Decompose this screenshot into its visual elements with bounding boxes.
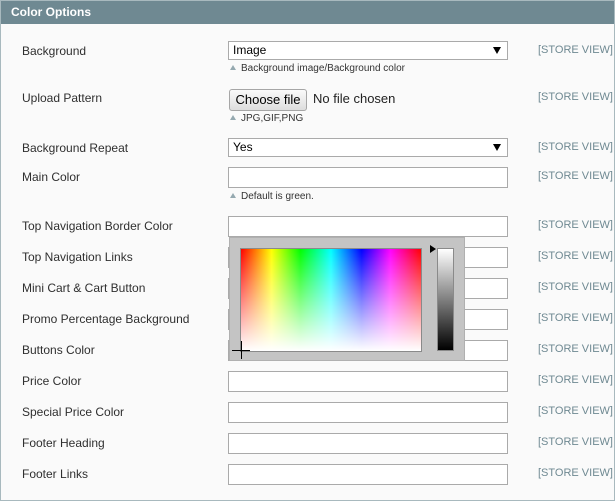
upload-pattern-note-text: JPG,GIF,PNG (241, 113, 304, 124)
upload-pattern-label: Upload Pattern (22, 91, 103, 105)
scope-top-nav-border: [STORE VIEW] (538, 219, 613, 231)
brightness-slider[interactable] (437, 248, 454, 351)
main-color-label: Main Color (22, 170, 81, 184)
background-note-text: Background image/Background color (241, 63, 405, 74)
color-picker-popup[interactable] (229, 237, 465, 361)
top-nav-border-label: Top Navigation Border Color (22, 219, 173, 233)
background-note: Background image/Background color (230, 63, 405, 74)
scope-special-price: [STORE VIEW] (538, 405, 613, 417)
slider-arrow-icon[interactable] (430, 245, 436, 253)
scope-upload-pattern: [STORE VIEW] (538, 91, 613, 103)
crosshair-icon-vertical[interactable] (241, 341, 242, 359)
scope-footer-links: [STORE VIEW] (538, 467, 613, 479)
footer-heading-label: Footer Heading (22, 436, 105, 450)
triangle-up-icon (230, 65, 236, 70)
scope-footer-heading: [STORE VIEW] (538, 436, 613, 448)
top-nav-border-input[interactable] (228, 216, 508, 237)
price-color-input[interactable] (228, 371, 508, 392)
upload-pattern-note: JPG,GIF,PNG (230, 113, 303, 124)
scope-mini-cart: [STORE VIEW] (538, 281, 613, 293)
scope-background-repeat: [STORE VIEW] (538, 141, 613, 153)
panel-title[interactable]: Color Options (1, 1, 614, 24)
main-color-note: Default is green. (230, 191, 314, 202)
background-repeat-select[interactable]: Yes (228, 138, 508, 157)
background-select-value: Image (233, 43, 267, 57)
price-color-label: Price Color (22, 374, 82, 388)
caret-down-icon (493, 47, 501, 54)
footer-links-input[interactable] (228, 464, 508, 485)
mini-cart-label: Mini Cart & Cart Button (22, 281, 146, 295)
scope-promo-bg: [STORE VIEW] (538, 312, 613, 324)
background-repeat-label: Background Repeat (22, 141, 129, 155)
scope-background: [STORE VIEW] (538, 44, 613, 56)
choose-file-button[interactable]: Choose file (229, 89, 307, 111)
top-nav-links-label: Top Navigation Links (22, 250, 133, 264)
scope-top-nav-links: [STORE VIEW] (538, 250, 613, 262)
background-label: Background (22, 44, 87, 58)
triangle-up-icon (230, 193, 236, 198)
footer-links-label: Footer Links (22, 467, 89, 481)
buttons-color-label: Buttons Color (22, 343, 95, 357)
special-price-label: Special Price Color (22, 405, 125, 419)
footer-heading-input[interactable] (228, 433, 508, 454)
scope-buttons-color: [STORE VIEW] (538, 343, 613, 355)
scope-price-color: [STORE VIEW] (538, 374, 613, 386)
scope-main-color: [STORE VIEW] (538, 170, 613, 182)
special-price-input[interactable] (228, 402, 508, 423)
main-color-note-text: Default is green. (241, 191, 314, 202)
main-color-input[interactable] (228, 167, 508, 188)
triangle-up-icon (230, 115, 236, 120)
background-select[interactable]: Image (228, 41, 508, 60)
promo-bg-label: Promo Percentage Background (22, 312, 190, 326)
caret-down-icon (493, 144, 501, 151)
background-repeat-value: Yes (233, 140, 253, 154)
color-options-panel: Color Options Background Image Backgroun… (0, 0, 615, 501)
file-status: No file chosen (313, 91, 396, 106)
color-spectrum-area[interactable] (240, 248, 422, 352)
